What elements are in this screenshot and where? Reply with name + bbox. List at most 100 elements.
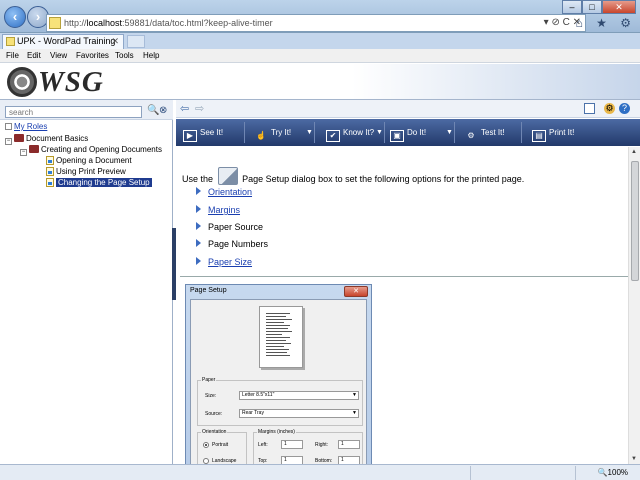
menu-bar: File Edit View Favorites Tools Help [0, 49, 640, 63]
option-margins[interactable]: Margins [196, 205, 240, 215]
source-label: Source: [205, 411, 223, 417]
menu-file[interactable]: File [6, 51, 19, 60]
tree-item-opening-document[interactable]: Opening a Document [46, 156, 132, 166]
topic-icon [46, 167, 54, 176]
logo-text: WSG [38, 66, 104, 98]
option-paper-source: Paper Source [196, 222, 263, 232]
my-roles-link[interactable]: My Roles [14, 122, 47, 131]
address-bar[interactable]: http://localhost:59881/data/toc.html?kee… [46, 14, 586, 32]
browser-tab[interactable]: UPK - WordPad Training ✕ [2, 34, 124, 49]
scroll-up-icon[interactable]: ▲ [631, 149, 637, 155]
bottom-margin-box: 1 [338, 456, 360, 464]
tree-item-creating-opening[interactable]: − Creating and Opening Documents [20, 145, 162, 156]
mode-toolbar: ▶ See It! ☝ Try It! ▼ ✔ Know It? ▼ ▣ Do It! … [176, 119, 640, 146]
status-bar: 🔍100% [0, 464, 640, 480]
tree-item-document-basics[interactable]: − Document Basics [5, 134, 88, 145]
search-input[interactable] [5, 106, 142, 118]
roles-checkbox[interactable] [5, 123, 12, 130]
option-page-numbers: Page Numbers [196, 239, 268, 249]
page-preview [259, 306, 303, 368]
home-favorites-tools-icons[interactable]: ⌂ ★ ⚙ [576, 16, 636, 30]
check-icon: ✔ [326, 130, 340, 142]
print-it-button[interactable]: ▤ Print It! [532, 119, 574, 146]
menu-help[interactable]: Help [143, 51, 159, 60]
collapse-toggle[interactable]: − [20, 149, 27, 156]
see-it-button[interactable]: ▶ See It! [183, 119, 223, 146]
collapse-toggle[interactable]: − [5, 138, 12, 145]
right-margin-label: Right: [315, 442, 329, 448]
right-margin-box: 1 [338, 440, 360, 449]
maximize-button[interactable]: □ [582, 0, 602, 14]
previous-topic-icon[interactable]: ⇦ [180, 102, 189, 115]
mode-separator [244, 122, 245, 143]
option-orientation[interactable]: Orientation [196, 187, 252, 197]
print-icon: ▤ [532, 130, 546, 142]
search-icon[interactable]: 🔍 [147, 105, 159, 116]
menu-view[interactable]: View [50, 51, 67, 60]
topic-icon [46, 178, 54, 187]
tab-close-icon[interactable]: ✕ [111, 35, 119, 48]
hand-icon: ☝ [256, 131, 266, 140]
play-icon: ▶ [183, 130, 197, 142]
print-window-icon[interactable] [584, 103, 595, 114]
dialog-title: Page Setup [190, 287, 227, 294]
menu-favorites[interactable]: Favorites [76, 51, 109, 60]
tab-row: UPK - WordPad Training ✕ [0, 33, 640, 49]
page-icon [49, 17, 61, 29]
divider [180, 276, 628, 277]
bullet-arrow-icon [196, 222, 201, 230]
size-label: Size: [205, 393, 217, 399]
browser-toolbar: ‹ › http://localhost:59881/data/toc.html… [0, 0, 640, 33]
left-margin-box: 1 [281, 440, 303, 449]
mode-separator [521, 122, 522, 143]
dialog-body: Paper Size: Letter 8.5"x11" ▼ Source: Rea… [190, 299, 367, 464]
banner: WSG [0, 64, 640, 100]
next-topic-icon[interactable]: ⇨ [195, 102, 204, 115]
back-button[interactable]: ‹ [4, 6, 26, 28]
close-window-button[interactable]: ✕ [602, 0, 636, 14]
new-tab-button[interactable] [127, 35, 145, 48]
do-it-button[interactable]: ▣ Do It! [390, 119, 426, 146]
bullet-arrow-icon [196, 257, 201, 265]
option-paper-size[interactable]: Paper Size [196, 257, 252, 267]
bullet-arrow-icon [196, 187, 201, 195]
bullet-arrow-icon [196, 239, 201, 247]
settings-icon[interactable]: ⚙ [604, 103, 615, 114]
source-select: Rear Tray ▼ [239, 409, 359, 418]
test-icon: ⚙ [467, 131, 475, 140]
try-it-button[interactable]: ☝ Try It! [254, 119, 291, 146]
test-it-button[interactable]: ⚙ Test It! [464, 119, 504, 146]
paper-group-label: Paper [201, 377, 217, 383]
topic-content: Use the Page Setup dialog box to set the… [176, 147, 628, 464]
bullet-arrow-icon [196, 205, 201, 213]
tab-title: UPK - WordPad Training [17, 36, 116, 46]
scroll-thumb[interactable] [631, 161, 639, 281]
page-setup-icon [217, 167, 238, 185]
tab-favicon-icon [6, 37, 15, 46]
tree-item-page-setup[interactable]: Changing the Page Setup [46, 178, 152, 188]
orientation-group-label: Orientation [201, 429, 228, 435]
menu-tools[interactable]: Tools [115, 51, 134, 60]
search-bar: 🔍 ⊗ [0, 100, 173, 120]
paper-group [197, 380, 363, 426]
screen-icon: ▣ [390, 130, 404, 142]
window-controls: – □ ✕ [562, 0, 636, 14]
intro-text: Use the Page Setup dialog box to set the… [182, 167, 524, 185]
tree-item-print-preview[interactable]: Using Print Preview [46, 167, 126, 177]
status-separator [575, 466, 576, 480]
know-it-button[interactable]: ✔ Know It? [326, 119, 374, 146]
url-text: http://localhost:59881/data/toc.html?kee… [64, 18, 273, 28]
content-scrollbar[interactable]: ▲ ▼ [628, 147, 640, 464]
zoom-level[interactable]: 🔍100% [598, 468, 628, 477]
page-setup-dialog-image: Page Setup ✕ Paper Size: Letter 8.5"x11"… [185, 284, 372, 464]
content-pane: ⇦ ⇨ ⚙ ? ▶ See It! ☝ Try It! ▼ ✔ Know It? ▼ … [176, 100, 640, 464]
scroll-down-icon[interactable]: ▼ [631, 456, 637, 462]
help-icon[interactable]: ? [619, 103, 630, 114]
top-margin-box: 1 [281, 456, 303, 464]
tree-item-my-roles[interactable]: My Roles [5, 122, 47, 132]
minimize-button[interactable]: – [562, 0, 582, 14]
menu-edit[interactable]: Edit [27, 51, 41, 60]
portrait-label: Portrait [212, 442, 229, 448]
clear-search-icon[interactable]: ⊗ [159, 105, 167, 116]
book-icon [14, 134, 24, 142]
